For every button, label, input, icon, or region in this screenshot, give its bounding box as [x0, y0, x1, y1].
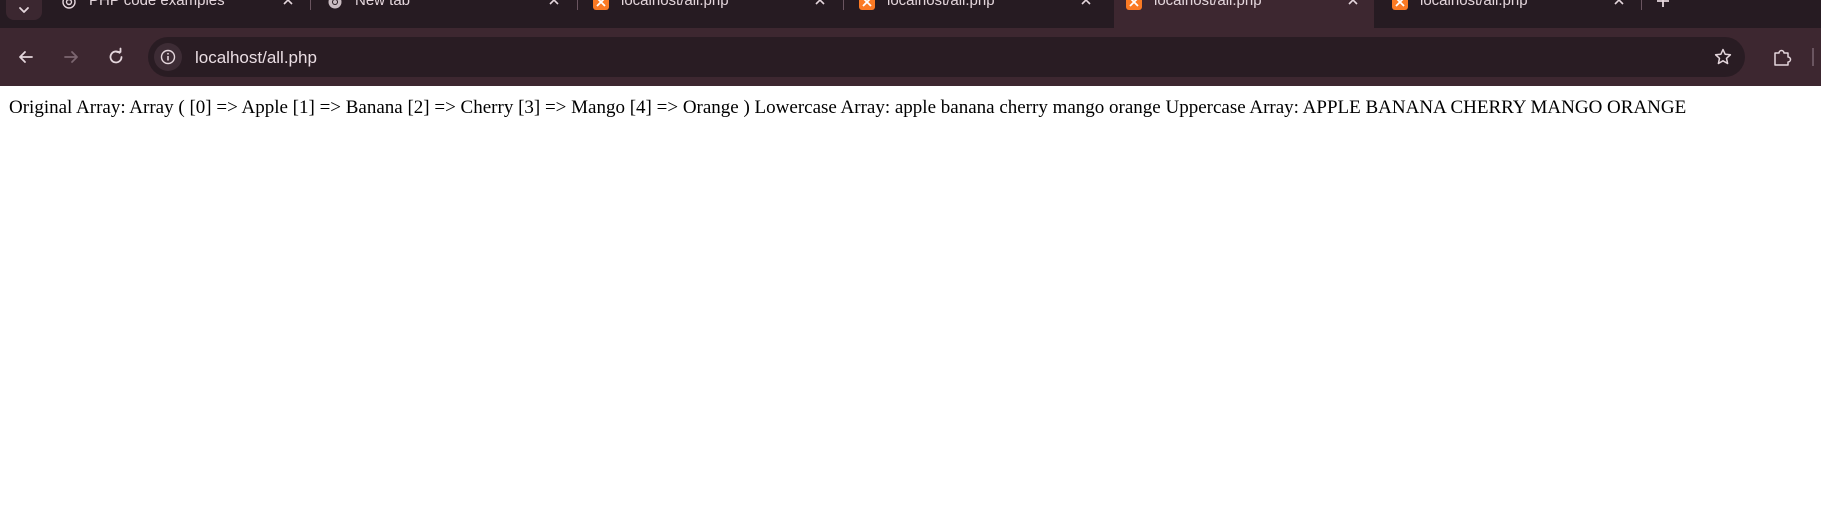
tab-search-button[interactable]: [6, 0, 42, 20]
star-icon: [1714, 48, 1732, 65]
site-info-button[interactable]: [154, 43, 182, 71]
close-icon[interactable]: [545, 0, 563, 9]
info-icon: [160, 49, 176, 65]
close-icon[interactable]: [1077, 0, 1095, 9]
xampp-icon: [592, 0, 610, 11]
reload-icon: [109, 47, 123, 64]
tab-divider: [577, 0, 578, 10]
tab-new-tab[interactable]: New tab: [326, 0, 566, 28]
tab-title: localhost/all.php: [621, 0, 729, 9]
bookmark-button[interactable]: [1709, 43, 1737, 71]
address-bar[interactable]: localhost/all.php: [148, 37, 1745, 77]
chevron-down-icon: [19, 7, 29, 13]
arrow-right-icon: [64, 51, 78, 63]
close-icon[interactable]: [1610, 0, 1628, 9]
tab-title: localhost/all.php: [1420, 0, 1528, 9]
tab-divider: [1641, 0, 1642, 10]
url-text[interactable]: localhost/all.php: [195, 48, 317, 67]
tab-php-code-examples[interactable]: PHP code examples: [60, 0, 300, 28]
arrow-left-icon: [19, 51, 33, 63]
tab-divider: [310, 0, 311, 10]
tab-divider: [843, 0, 844, 10]
browser-toolbar: localhost/all.php: [0, 28, 1821, 86]
plus-icon: [1657, 0, 1669, 7]
back-button[interactable]: [10, 41, 42, 73]
puzzle-icon: [1774, 49, 1792, 66]
close-icon[interactable]: [1344, 0, 1362, 9]
tab-localhost-1[interactable]: localhost/all.php: [592, 0, 832, 28]
reload-button[interactable]: [100, 41, 132, 73]
tab-title: PHP code examples: [89, 0, 225, 9]
tab-localhost-active[interactable]: localhost/all.php: [1125, 0, 1365, 28]
php-output-text: Original Array: Array ( [0] => Apple [1]…: [9, 97, 1687, 118]
xampp-icon: [1391, 0, 1409, 11]
toolbar-divider: [1812, 48, 1814, 66]
chatgpt-icon: [60, 0, 78, 11]
minimize-button[interactable]: [1768, 0, 1808, 5]
tab-title: New tab: [355, 0, 411, 9]
new-tab-button[interactable]: [1649, 0, 1677, 11]
chrome-icon: [326, 0, 344, 11]
tab-localhost-3[interactable]: localhost/all.php: [1391, 0, 1631, 28]
tab-localhost-2[interactable]: localhost/all.php: [858, 0, 1098, 28]
close-icon[interactable]: [279, 0, 297, 9]
xampp-icon: [1125, 0, 1143, 11]
close-icon[interactable]: [811, 0, 829, 9]
tab-title: localhost/all.php: [887, 0, 995, 9]
forward-button[interactable]: [55, 41, 87, 73]
xampp-icon: [858, 0, 876, 11]
extensions-button[interactable]: [1766, 41, 1798, 73]
tab-strip: PHP code examples New tab localhost/all.…: [0, 0, 1821, 30]
tab-title: localhost/all.php: [1154, 0, 1262, 9]
